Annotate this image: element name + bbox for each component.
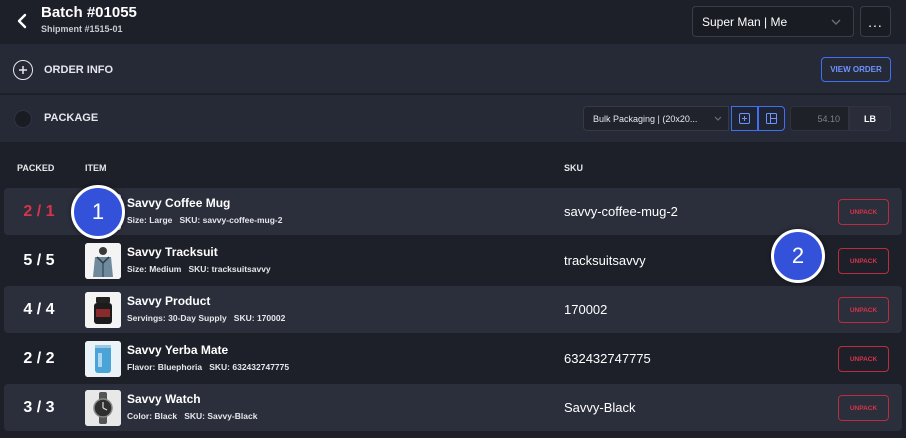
annotation-marker-2: 2 — [771, 229, 825, 283]
attr-label: Size: — [127, 264, 147, 274]
attr-value: Large — [149, 215, 173, 225]
package-layout-button[interactable] — [758, 106, 785, 131]
tracksuit-icon — [85, 243, 121, 279]
can-icon — [85, 341, 121, 377]
attr-value: 30-Day Supply — [168, 313, 227, 323]
table-row: 2 / 1 Savvy Coffee Mug Size: Large SKU: … — [4, 188, 902, 235]
top-header: Batch #01055 Shipment #1515-01 Super Man… — [0, 0, 906, 44]
attr-label: Color: — [127, 411, 153, 421]
back-button[interactable] — [12, 10, 32, 32]
sku-value: Savvy-Black — [564, 400, 636, 415]
sku-inline: tracksuitsavvy — [211, 264, 271, 274]
watch-icon — [85, 390, 121, 426]
layout-grid-icon — [766, 113, 777, 124]
sku-inline: 170002 — [256, 313, 286, 323]
weight-unit: LB — [849, 106, 891, 131]
shipment-subtitle: Shipment #1515-01 — [41, 24, 123, 34]
sku-label: SKU: — [184, 411, 205, 421]
sku-value: savvy-coffee-mug-2 — [564, 204, 678, 219]
item-name: Savvy Coffee Mug — [127, 196, 231, 210]
item-meta: Flavor: Bluephoria SKU: 632432747775 — [127, 362, 289, 372]
sku-inline: 632432747775 — [232, 362, 290, 372]
chevron-down-icon — [831, 19, 841, 25]
expand-order-info-button[interactable] — [13, 60, 33, 80]
packed-count: 4 / 4 — [23, 300, 55, 318]
annotation-marker-1: 1 — [71, 185, 125, 239]
table-row: 5 / 5 Savvy Tracksuit Size: Medium SKU: … — [4, 237, 902, 284]
packed-count: 2 / 1 — [23, 202, 55, 220]
item-name: Savvy Yerba Mate — [127, 343, 229, 357]
attr-label: Size: — [127, 215, 147, 225]
sku-label: SKU: — [179, 215, 201, 225]
table-row: 2 / 2 Savvy Yerba Mate Flavor: Bluephori… — [4, 335, 902, 382]
chevron-down-icon — [714, 116, 722, 121]
attr-label: Flavor: — [127, 362, 156, 372]
page-title: Batch #01055 — [41, 4, 137, 21]
add-package-button[interactable] — [731, 106, 758, 131]
attr-value: Medium — [149, 264, 182, 274]
attr-label: Servings: — [127, 313, 166, 323]
package-label: PACKAGE — [44, 112, 99, 124]
sku-inline: Savvy-Black — [207, 411, 258, 421]
attr-value: Bluephoria — [157, 362, 203, 372]
packed-column-header: PACKED — [17, 163, 55, 173]
chevron-left-icon — [17, 13, 27, 29]
packed-count: 5 / 5 — [23, 251, 55, 269]
more-options-button[interactable]: ... — [860, 6, 891, 37]
package-radio[interactable] — [14, 110, 32, 128]
weight-input[interactable]: 54.10 — [790, 106, 849, 131]
packaging-select-value: Bulk Packaging | (20x20... — [593, 114, 698, 124]
package-section: PACKAGE Bulk Packaging | (20x20... 54.10… — [0, 95, 906, 142]
plus-icon — [19, 66, 27, 74]
user-select[interactable]: Super Man | Me — [692, 6, 854, 37]
user-select-value: Super Man | Me — [702, 15, 788, 29]
supplement-jar-icon — [85, 292, 121, 328]
unpack-button[interactable]: UNPACK — [838, 297, 889, 323]
sku-column-header: SKU — [564, 163, 584, 173]
sku-value: 170002 — [564, 302, 608, 317]
table-row: 4 / 4 Savvy Product Servings: 30-Day Sup… — [4, 286, 902, 333]
item-meta: Size: Large SKU: savvy-coffee-mug-2 — [127, 215, 282, 225]
view-order-button[interactable]: VIEW ORDER — [821, 57, 891, 82]
item-meta: Servings: 30-Day Supply SKU: 170002 — [127, 313, 285, 323]
order-info-label: ORDER INFO — [44, 64, 114, 76]
unpack-button[interactable]: UNPACK — [838, 395, 889, 421]
packed-count: 2 / 2 — [23, 349, 55, 367]
item-column-header: ITEM — [85, 163, 107, 173]
sku-inline: savvy-coffee-mug-2 — [202, 215, 283, 225]
item-meta: Size: Medium SKU: tracksuitsavvy — [127, 264, 271, 274]
sku-label: SKU: — [209, 362, 230, 372]
packed-count: 3 / 3 — [23, 398, 55, 416]
item-name: Savvy Product — [127, 294, 211, 308]
plus-square-icon — [739, 113, 750, 124]
item-meta: Color: Black SKU: Savvy-Black — [127, 411, 257, 421]
unpack-button[interactable]: UNPACK — [838, 199, 889, 225]
attr-value: Black — [154, 411, 178, 421]
table-row: 3 / 3 Savvy Watch Color: Black SKU: Savv… — [4, 384, 902, 431]
sku-value: tracksuitsavvy — [564, 253, 646, 268]
item-name: Savvy Tracksuit — [127, 245, 218, 259]
sku-label: SKU: — [233, 313, 255, 323]
unpack-button[interactable]: UNPACK — [838, 346, 889, 372]
item-name: Savvy Watch — [127, 392, 201, 406]
more-icon: ... — [868, 13, 883, 30]
order-info-section: ORDER INFO VIEW ORDER — [0, 44, 906, 94]
packaging-select[interactable]: Bulk Packaging | (20x20... — [583, 106, 729, 131]
sku-label: SKU: — [188, 264, 210, 274]
unpack-button[interactable]: UNPACK — [838, 248, 889, 274]
sku-value: 632432747775 — [564, 351, 651, 366]
